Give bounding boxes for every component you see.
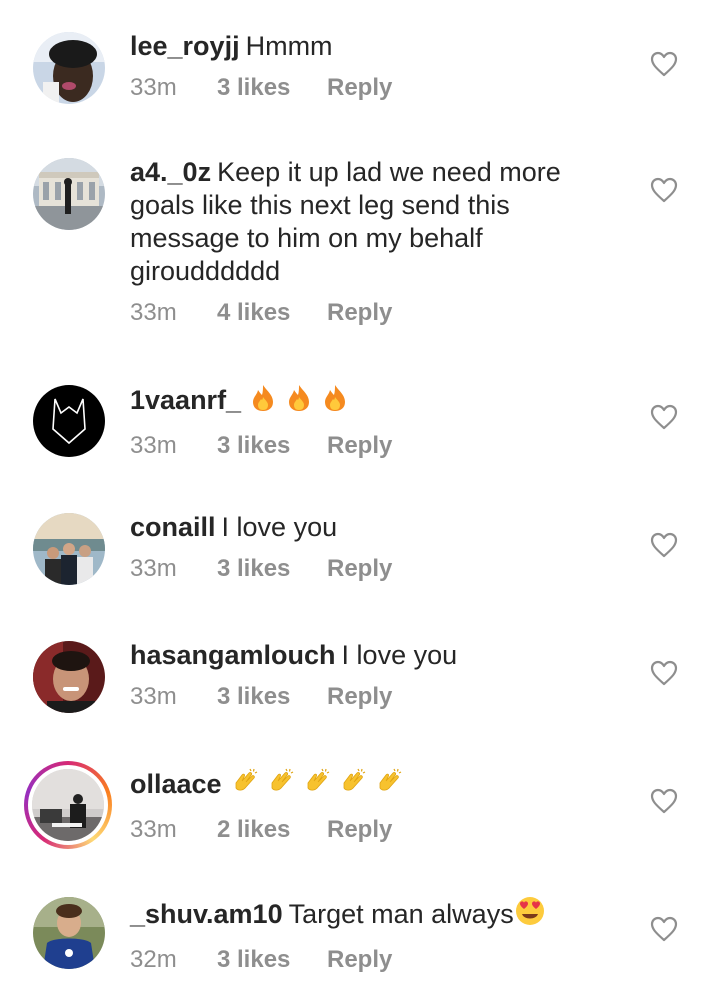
comment-meta: 33m 3 likes Reply: [130, 73, 570, 103]
likes-count[interactable]: 3 likes: [217, 945, 327, 975]
comment-meta: 33m 3 likes Reply: [130, 554, 570, 584]
likes-count[interactable]: 3 likes: [217, 682, 327, 712]
reply-button[interactable]: Reply: [327, 682, 392, 712]
timestamp: 33m: [130, 432, 177, 459]
clapping-hands-icon: [266, 767, 296, 805]
comment-meta: 33m 4 likes Reply: [130, 298, 570, 328]
avatar-with-story-ring[interactable]: [24, 761, 112, 849]
reply-button[interactable]: Reply: [327, 431, 392, 461]
clapping-hands-icon: [302, 767, 332, 805]
avatar[interactable]: [33, 513, 105, 585]
avatar[interactable]: [33, 385, 105, 457]
comment-text: conaill I love you: [130, 511, 570, 544]
timestamp: 33m: [130, 299, 177, 326]
timestamp: 33m: [130, 816, 177, 843]
comment-meta: 33m 2 likes Reply: [130, 815, 570, 845]
fire-icon: [285, 383, 313, 421]
comment-meta: 33m 3 likes Reply: [130, 431, 570, 461]
username[interactable]: hasangamlouch: [130, 640, 336, 670]
heart-eyes-icon: [514, 895, 546, 935]
like-heart-icon[interactable]: [650, 660, 678, 686]
timestamp: 33m: [130, 683, 177, 710]
username[interactable]: lee_royjj: [130, 31, 240, 61]
likes-count[interactable]: 2 likes: [217, 815, 327, 845]
reply-button[interactable]: Reply: [327, 73, 392, 103]
likes-count[interactable]: 3 likes: [217, 431, 327, 461]
like-heart-icon[interactable]: [650, 532, 678, 558]
comment-text: _shuv.am10 Target man always: [130, 895, 570, 935]
avatar[interactable]: [33, 32, 105, 104]
comment-text: hasangamlouch I love you: [130, 639, 570, 672]
clapping-hands-icon: [374, 767, 404, 805]
like-heart-icon[interactable]: [650, 51, 678, 77]
clapping-hands-icon: [230, 767, 260, 805]
fire-icon: [321, 383, 349, 421]
comment-body: Hmmm: [245, 31, 333, 61]
like-heart-icon[interactable]: [650, 916, 678, 942]
username[interactable]: conaill: [130, 512, 216, 542]
likes-count[interactable]: 3 likes: [217, 73, 327, 103]
comment-text: ollaace: [130, 767, 570, 805]
reply-button[interactable]: Reply: [327, 298, 392, 328]
comment-text: lee_royjj Hmmm: [130, 30, 570, 63]
reply-button[interactable]: Reply: [327, 945, 392, 975]
like-heart-icon[interactable]: [650, 177, 678, 203]
username[interactable]: 1vaanrf_: [130, 385, 241, 415]
timestamp: 32m: [130, 946, 177, 973]
clapping-hands-icon: [338, 767, 368, 805]
comment-text: a4._0z Keep it up lad we need more goals …: [130, 156, 570, 288]
comment-body: I love you: [341, 640, 458, 670]
reply-button[interactable]: Reply: [327, 554, 392, 584]
username[interactable]: ollaace: [130, 769, 222, 799]
likes-count[interactable]: 4 likes: [217, 298, 327, 328]
username[interactable]: _shuv.am10: [130, 899, 283, 929]
fire-icon: [249, 383, 277, 421]
like-heart-icon[interactable]: [650, 788, 678, 814]
like-heart-icon[interactable]: [650, 404, 678, 430]
avatar[interactable]: [33, 897, 105, 969]
likes-count[interactable]: 3 likes: [217, 554, 327, 584]
comment-meta: 33m 3 likes Reply: [130, 682, 570, 712]
username[interactable]: a4._0z: [130, 157, 211, 187]
reply-button[interactable]: Reply: [327, 815, 392, 845]
comment-text: 1vaanrf_: [130, 383, 570, 421]
timestamp: 33m: [130, 74, 177, 101]
avatar[interactable]: [33, 158, 105, 230]
timestamp: 33m: [130, 555, 177, 582]
comment-body: I love you: [221, 512, 338, 542]
comment-body: Target man always: [288, 899, 514, 929]
comment-meta: 32m 3 likes Reply: [130, 945, 570, 975]
avatar[interactable]: [33, 641, 105, 713]
